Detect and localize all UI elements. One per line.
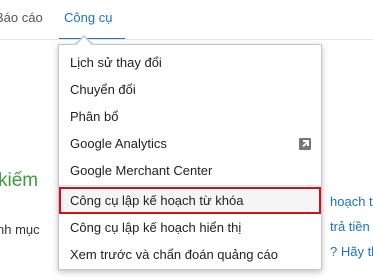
- menu-item-google-analytics[interactable]: Google Analytics: [59, 130, 321, 157]
- menu-item-label: Công cụ lập kế hoạch từ khóa: [70, 193, 244, 208]
- menu-item-label: Chuyển đổi: [70, 82, 136, 97]
- menu-item-label: Lịch sử thay đổi: [70, 55, 162, 70]
- menu-item-display-planner[interactable]: Công cụ lập kế hoạch hiển thị: [59, 214, 321, 241]
- menu-item-label: Google Merchant Center: [70, 163, 213, 178]
- background-link[interactable]: hoạch t: [330, 194, 373, 209]
- menu-item-attribution[interactable]: Phân bổ: [59, 103, 321, 130]
- tools-dropdown-menu: Lịch sử thay đổi Chuyển đổi Phân bổ Goog…: [58, 44, 322, 270]
- menu-item-label: Xem trước và chẩn đoán quảng cáo: [70, 247, 279, 262]
- nav-divider: [0, 39, 373, 40]
- menu-item-label: Phân bổ: [70, 109, 119, 124]
- menu-item-keyword-planner[interactable]: Công cụ lập kế hoạch từ khóa: [59, 187, 321, 214]
- background-subtext: nh mục: [0, 222, 40, 237]
- menu-item-merchant-center[interactable]: Google Merchant Center: [59, 157, 321, 184]
- nav-tools[interactable]: Công cụ: [64, 10, 112, 26]
- background-link[interactable]: trả tiền: [330, 219, 370, 234]
- menu-item-change-history[interactable]: Lịch sử thay đổi: [59, 49, 321, 76]
- page: Báo cáo Công cụ kiếm nh mục hoạch t trả …: [0, 0, 373, 279]
- menu-item-label: Công cụ lập kế hoạch hiển thị: [70, 220, 242, 235]
- menu-item-conversions[interactable]: Chuyển đổi: [59, 76, 321, 103]
- nav-reports[interactable]: Báo cáo: [0, 10, 43, 26]
- background-link[interactable]: ? Hãy th: [330, 244, 373, 259]
- menu-caret-fill: [76, 37, 92, 45]
- top-navigation: Báo cáo Công cụ: [0, 0, 373, 40]
- menu-item-label: Google Analytics: [70, 136, 167, 151]
- external-link-icon: [299, 138, 311, 150]
- menu-separator: [59, 185, 321, 186]
- background-heading: kiếm: [0, 170, 39, 191]
- menu-item-ad-preview[interactable]: Xem trước và chẩn đoán quảng cáo: [59, 241, 321, 268]
